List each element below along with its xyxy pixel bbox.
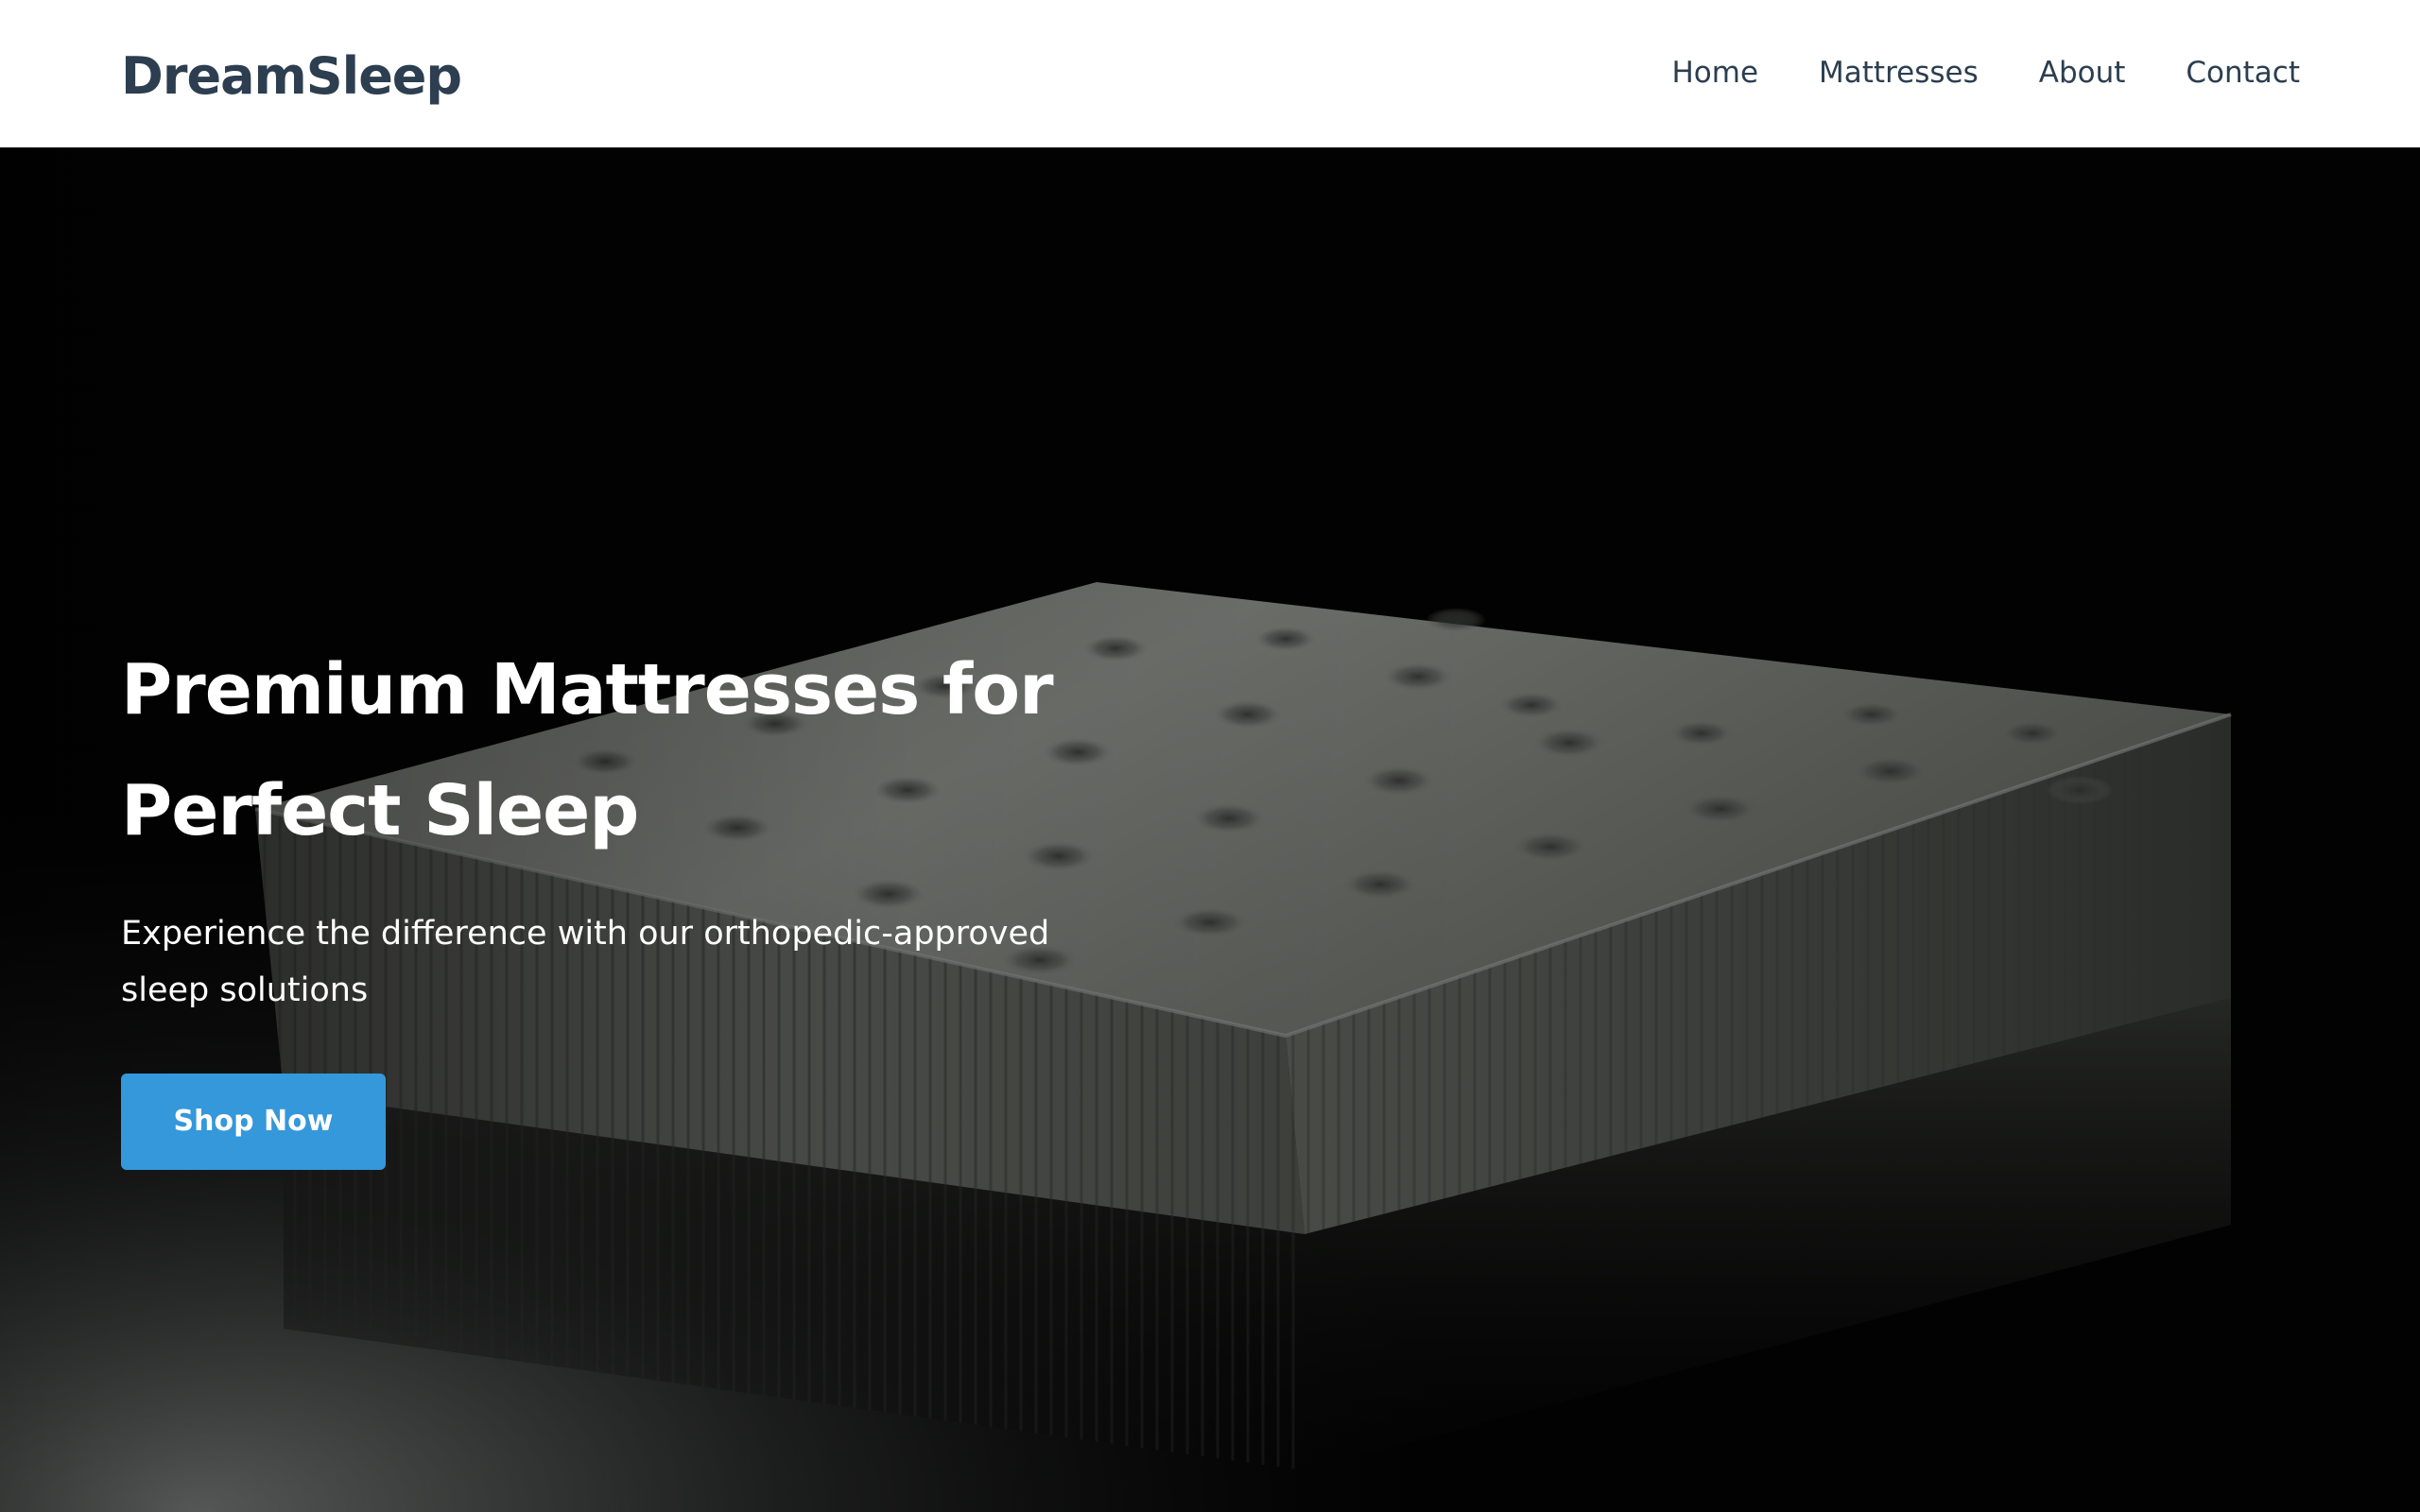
nav-link-about[interactable]: About [2039, 56, 2126, 90]
shop-now-button[interactable]: Shop Now [121, 1074, 386, 1170]
hero-subtitle: Experience the difference with our ortho… [121, 915, 1050, 1009]
hero-section: Premium Mattresses for Perfect Sleep Exp… [0, 147, 2420, 1512]
site-logo[interactable]: DreamSleep [121, 46, 462, 106]
hero-content: Premium Mattresses for Perfect Sleep Exp… [121, 629, 1350, 1170]
nav-link-mattresses[interactable]: Mattresses [1819, 56, 1979, 90]
nav-link-home[interactable]: Home [1671, 56, 1758, 90]
main-nav: Home Mattresses About Contact [1671, 56, 2300, 90]
nav-link-contact[interactable]: Contact [2186, 56, 2300, 90]
hero-title: Premium Mattresses for Perfect Sleep [121, 649, 1054, 851]
site-header: DreamSleep Home Mattresses About Contact [0, 0, 2420, 147]
